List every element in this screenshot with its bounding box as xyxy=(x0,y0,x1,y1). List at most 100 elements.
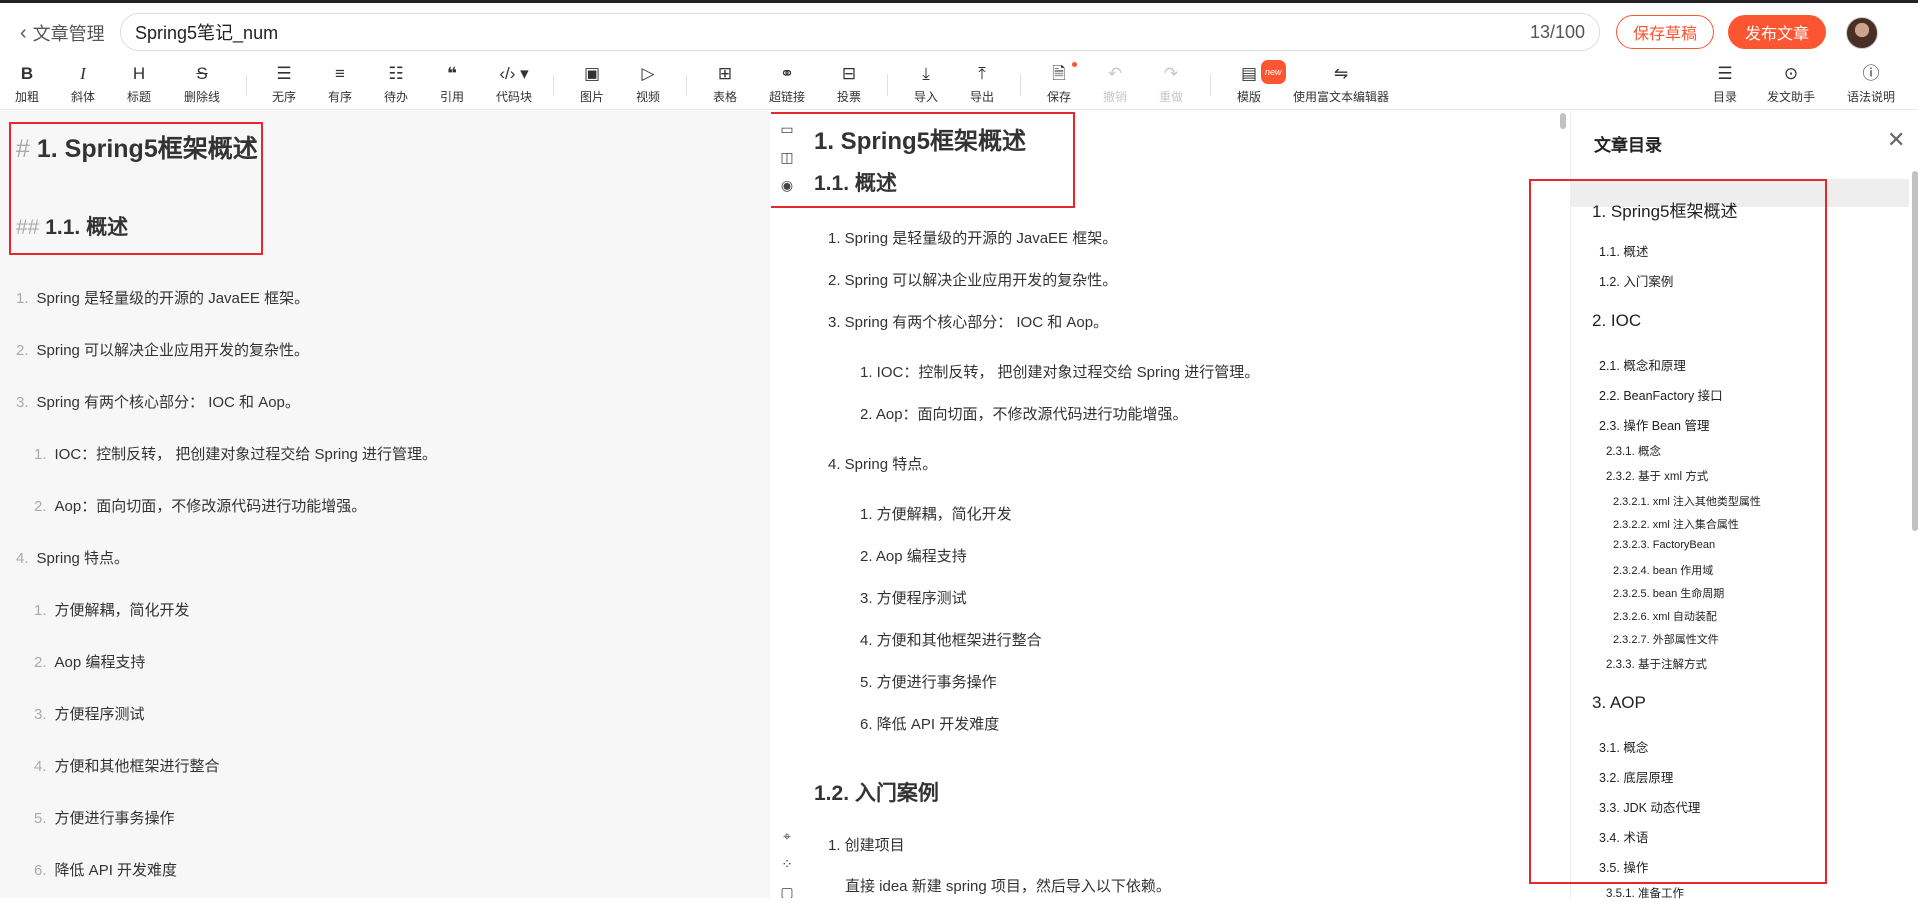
unordered-list-button[interactable]: ☰ 无序 xyxy=(272,62,296,105)
line-number: 3. xyxy=(16,394,29,411)
toc-item[interactable]: 3.5.1. 准备工作 xyxy=(1606,885,1684,901)
editor-line[interactable]: 4. Spring 特点。 xyxy=(16,547,129,568)
editor-line[interactable]: 1. Spring 是轻量级的开源的 JavaEE 框架。 xyxy=(16,287,309,308)
italic-button[interactable]: I 斜体 xyxy=(71,62,95,105)
chevron-left-icon: ‹ xyxy=(20,21,27,44)
toc-item[interactable]: 2.3.2.3. FactoryBean xyxy=(1613,539,1715,551)
line-number: 1. xyxy=(34,446,47,463)
todo-label: 待办 xyxy=(383,90,409,104)
line-text: 方便解耦，简化开发 xyxy=(54,602,190,619)
save-button[interactable]: 🗎 保存 xyxy=(1047,62,1078,105)
editor-line[interactable]: 4. 方便和其他框架进行整合 xyxy=(34,755,220,776)
user-avatar[interactable] xyxy=(1846,17,1878,49)
toc-item[interactable]: 2.3.3. 基于注解方式 xyxy=(1606,656,1707,672)
editor-heading-1[interactable]: # 1. Spring5框架概述 xyxy=(16,129,258,165)
preview-line: 2. Aop 编程支持 xyxy=(860,548,967,565)
toc-item[interactable]: 2.3.2. 基于 xml 方式 xyxy=(1606,468,1708,484)
preview-heading-2: 1.1. 概述 xyxy=(814,172,897,195)
toc-item[interactable]: 1. Spring5框架概述 xyxy=(1592,197,1738,222)
syntax-help-button[interactable]: ⓘ 语法说明 xyxy=(1847,62,1895,105)
export-button[interactable]: ⤒ 导出 xyxy=(970,62,994,105)
toc-item[interactable]: 3.4. 术语 xyxy=(1599,827,1648,846)
toc-scrollbar[interactable] xyxy=(1912,171,1918,531)
preview-eye-icon[interactable]: ◉ xyxy=(777,177,797,197)
ordered-list-button[interactable]: ≡ 有序 xyxy=(328,62,352,105)
preview-scrollbar[interactable] xyxy=(1560,113,1566,129)
editor-line[interactable]: 5. 方便进行事务操作 xyxy=(34,807,175,828)
bold-button[interactable]: B 加粗 xyxy=(15,62,39,105)
layout-split-icon[interactable]: ◫ xyxy=(777,149,797,169)
toc-item[interactable]: 2.3.2.1. xml 注入其他类型属性 xyxy=(1613,493,1761,509)
locate-icon[interactable]: ⌖ xyxy=(777,828,797,848)
editor-line[interactable]: 6. 降低 API 开发难度 xyxy=(34,859,177,880)
toc-item[interactable]: 2.3.2.6. xml 自动装配 xyxy=(1613,608,1717,624)
editor-line[interactable]: 3. 方便程序测试 xyxy=(34,703,145,724)
editor-line[interactable]: 3. Spring 有两个核心部分： IOC 和 Aop。 xyxy=(16,391,300,412)
toc-item[interactable]: 2.2. BeanFactory 接口 xyxy=(1599,385,1723,404)
toc-item[interactable]: 2. IOC xyxy=(1592,311,1641,331)
toc-item[interactable]: 2.1. 概念和原理 xyxy=(1599,355,1686,374)
code-block-button[interactable]: ‹/› ▾ 代码块 xyxy=(496,62,532,105)
vote-button[interactable]: ⊟ 投票 xyxy=(837,62,861,105)
line-text: Aop：面向切面，不修改源代码进行功能增强。 xyxy=(54,498,367,515)
toc-toggle-button[interactable]: ☰ 目录 xyxy=(1713,62,1737,105)
writing-assistant-button[interactable]: ⊙ 发文助手 xyxy=(1767,62,1815,105)
hyperlink-button[interactable]: ⚭ 超链接 xyxy=(769,62,805,105)
article-title-text[interactable]: Spring5笔记_num xyxy=(135,19,1530,45)
rich-text-editor-switch[interactable]: ⇋ 使用富文本编辑器 xyxy=(1293,62,1389,105)
toc-item[interactable]: 2.3.1. 概念 xyxy=(1606,443,1661,459)
preview-line: 5. 方便进行事务操作 xyxy=(860,674,997,691)
layout-single-icon[interactable]: ▭ xyxy=(777,121,797,141)
code-label: 代码块 xyxy=(495,90,533,104)
toc-item[interactable]: 2.3. 操作 Bean 管理 xyxy=(1599,415,1709,434)
redo-button[interactable]: ↷ 重做 xyxy=(1159,62,1183,105)
publish-button[interactable]: 发布文章 xyxy=(1728,15,1826,49)
strikethrough-button[interactable]: S 删除线 xyxy=(184,62,220,105)
table-button[interactable]: ⊞ 表格 xyxy=(713,62,737,105)
toc-item[interactable]: 3.5. 操作 xyxy=(1599,857,1648,876)
preview-line: 1. 方便解耦，简化开发 xyxy=(860,506,1012,523)
markdown-editor[interactable]: # 1. Spring5框架概述 ## 1.1. 概述 1. Spring 是轻量… xyxy=(0,111,770,898)
quote-button[interactable]: ❝ 引用 xyxy=(440,62,464,105)
fullscreen-icon[interactable]: ▢ xyxy=(777,884,797,898)
line-text: Spring 有两个核心部分： IOC 和 Aop。 xyxy=(36,394,300,411)
import-button[interactable]: ⤓ 导入 xyxy=(914,62,938,105)
todo-list-button[interactable]: ☷ 待办 xyxy=(384,62,408,105)
heading-button[interactable]: H 标题 xyxy=(127,62,151,105)
undo-icon: ↶ xyxy=(1107,64,1123,83)
toc-item[interactable]: 2.3.2.2. xml 注入集合属性 xyxy=(1613,516,1739,532)
line-number: 1. xyxy=(16,290,29,307)
toc-item[interactable]: 2.3.2.4. bean 作用域 xyxy=(1613,562,1713,578)
editor-line[interactable]: 2. Aop 编程支持 xyxy=(34,651,145,672)
toc-item[interactable]: 3.3. JDK 动态代理 xyxy=(1599,797,1700,816)
toc-item[interactable]: 3.1. 概念 xyxy=(1599,737,1648,756)
toc-item[interactable]: 2.3.2.5. bean 生命周期 xyxy=(1613,585,1724,601)
toc-item[interactable]: 3.2. 底层原理 xyxy=(1599,767,1673,786)
toc-item[interactable]: 1.2. 入门案例 xyxy=(1599,271,1673,290)
editor-line[interactable]: 2. Spring 可以解决企业应用开发的复杂性。 xyxy=(16,339,309,360)
editor-line[interactable]: 2. Aop：面向切面，不修改源代码进行功能增强。 xyxy=(34,495,366,516)
toc-item[interactable]: 2.3.2.7. 外部属性文件 xyxy=(1613,631,1719,647)
save-draft-button[interactable]: 保存草稿 xyxy=(1616,15,1714,49)
editor-line[interactable]: 1. IOC：控制反转， 把创建对象过程交给 Spring 进行管理。 xyxy=(34,443,437,464)
editor-line[interactable]: 1. 方便解耦，简化开发 xyxy=(34,599,190,620)
undo-button[interactable]: ↶ 撤销 xyxy=(1103,62,1127,105)
swap-icon: ⇋ xyxy=(1333,64,1349,83)
toc-label: 目录 xyxy=(1712,90,1738,104)
toc-item[interactable]: 1.1. 概述 xyxy=(1599,241,1648,260)
video-button[interactable]: ▷ 视频 xyxy=(636,62,660,105)
preview-line: 4. Spring 特点。 xyxy=(828,456,938,473)
preview-heading-2: 1.2. 入门案例 xyxy=(814,782,939,805)
article-title-input[interactable]: Spring5笔记_num 13/100 xyxy=(120,13,1600,51)
redo-label: 重做 xyxy=(1158,90,1184,104)
toolbar-divider xyxy=(246,74,247,96)
toc-title: 文章目录 xyxy=(1594,136,1662,155)
back-to-article-management[interactable]: ‹ 文章管理 xyxy=(20,20,105,46)
editor-heading-2[interactable]: ## 1.1. 概述 xyxy=(16,211,128,241)
image-button[interactable]: ▣ 图片 xyxy=(580,62,604,105)
line-text: IOC：控制反转， 把创建对象过程交给 Spring 进行管理。 xyxy=(54,446,438,463)
scroll-sync-icon[interactable]: ⁘ xyxy=(777,856,797,876)
close-icon[interactable]: ✕ xyxy=(1887,127,1905,153)
template-button[interactable]: ▤ new 模版 xyxy=(1237,60,1286,105)
toc-item[interactable]: 3. AOP xyxy=(1592,693,1646,713)
